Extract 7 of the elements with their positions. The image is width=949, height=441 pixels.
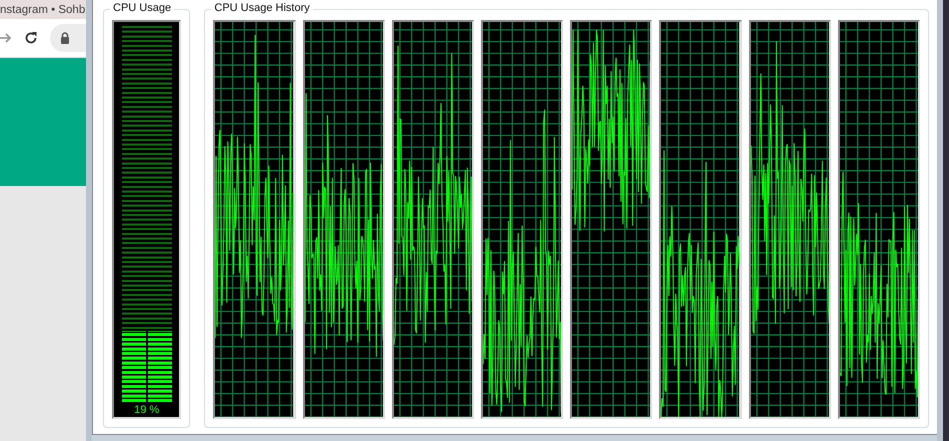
group-title: CPU Usage	[110, 2, 174, 14]
lock-icon	[60, 32, 70, 44]
cpu-reading: 19 %	[134, 404, 160, 416]
forward-arrow-icon[interactable]	[0, 32, 12, 44]
group-title: CPU Usage History	[211, 2, 313, 14]
reload-icon[interactable]	[24, 31, 38, 45]
address-bar[interactable]	[50, 24, 86, 52]
